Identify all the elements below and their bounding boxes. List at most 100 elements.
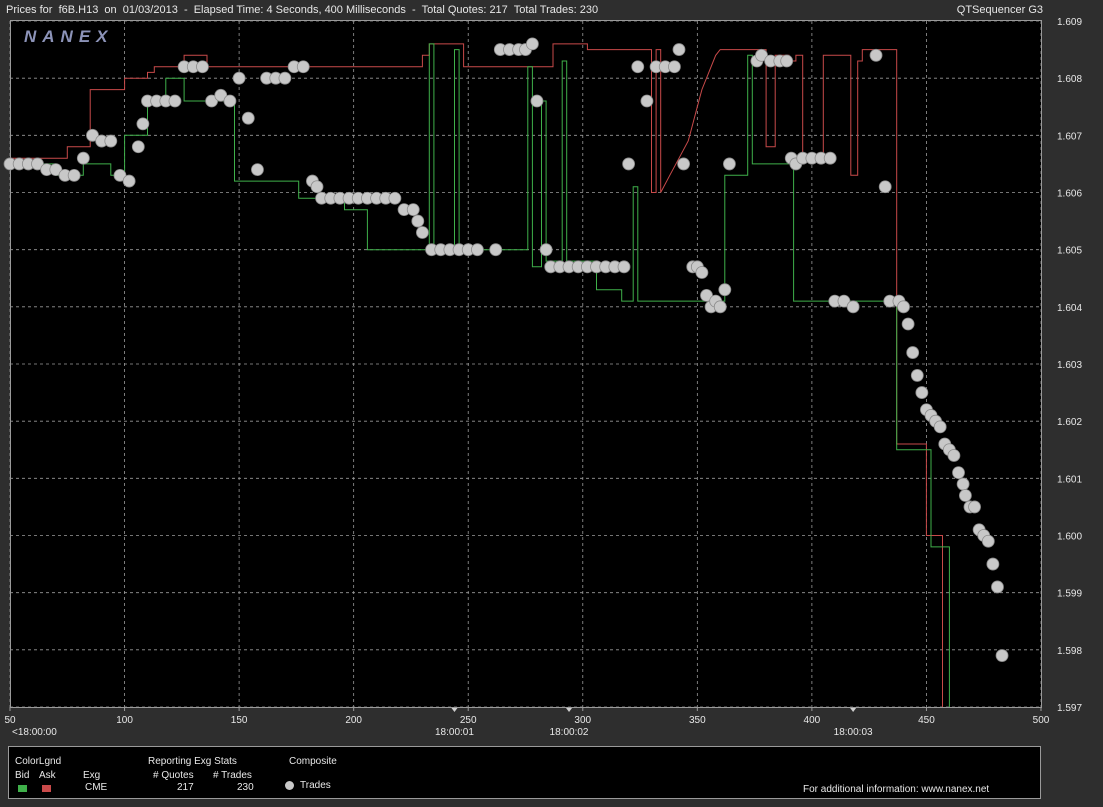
trade-point (470, 243, 484, 257)
trade-point (981, 534, 995, 548)
time-label: 18:00:01 (435, 727, 474, 738)
trade-point (901, 317, 915, 331)
trade-point (869, 48, 883, 62)
trade-point (823, 151, 837, 165)
price-chart: 50 100 150 200 250 300 350 400 450 500 1.597 1.598 1… (3, 17, 1082, 738)
trade-point (986, 557, 1000, 571)
trade-point (168, 94, 182, 108)
x-tick-label: 150 (231, 715, 248, 726)
trade-point (668, 60, 681, 74)
color-legend-title: ColorLgnd (15, 756, 62, 767)
trade-point (539, 243, 553, 257)
y-tick-label: 1.597 (1057, 703, 1082, 714)
y-tick-label: 1.606 (1057, 189, 1082, 200)
trade-point (622, 157, 635, 171)
trade-point (897, 300, 910, 314)
trade-point (640, 94, 654, 108)
trade-point (104, 134, 118, 148)
bid-line (10, 43, 950, 707)
trade-point (672, 43, 686, 56)
trade-point (718, 283, 732, 297)
x-tick-label: 500 (1033, 715, 1050, 726)
trade-point (780, 54, 794, 68)
trade-point (991, 580, 1004, 594)
trade-point (122, 174, 136, 188)
y-tick-label: 1.599 (1057, 589, 1082, 600)
y-tick-label: 1.608 (1057, 74, 1082, 85)
trade-point (995, 649, 1009, 662)
bid-color-swatch (18, 785, 27, 792)
x-tick-label: 450 (918, 715, 935, 726)
ask-color-swatch (42, 785, 51, 792)
exg-label: Exg (83, 770, 101, 781)
x-tick-label: 250 (460, 715, 477, 726)
trade-point (241, 111, 255, 125)
trade-point (67, 168, 81, 182)
time-marker (451, 708, 458, 712)
time-marker (566, 708, 573, 712)
trade-point (251, 163, 264, 177)
time-marker (850, 708, 857, 712)
info-text: For additional information: www.nanex.ne… (803, 784, 990, 795)
trade-point (388, 191, 402, 205)
y-tick-label: 1.601 (1057, 474, 1082, 485)
trade-point (530, 94, 544, 108)
time-label: 18:00:02 (550, 727, 589, 738)
trade-point (489, 243, 503, 257)
trade-point (958, 489, 972, 502)
trade-point (415, 226, 429, 239)
ask-label: Ask (39, 770, 56, 781)
trade-point (956, 477, 970, 491)
trade-point (196, 60, 209, 74)
composite-title: Composite (289, 756, 337, 767)
trade-point (76, 151, 90, 165)
nanex-watermark: NANEX (24, 27, 114, 46)
y-tick-label: 1.605 (1057, 246, 1082, 257)
footer-panel: ColorLgnd Bid Ask Exg CME Reporting Exg … (8, 746, 1041, 799)
trade-point (525, 37, 539, 51)
trade-point (713, 300, 727, 314)
trades-count-label: # Trades (213, 770, 252, 781)
y-tick-label: 1.598 (1057, 646, 1082, 657)
exg-value: CME (85, 782, 108, 793)
x-tick-label: 200 (345, 715, 362, 726)
trade-point (406, 203, 420, 217)
trade-point (846, 300, 860, 314)
trade-point (131, 140, 145, 154)
trade-point (878, 180, 892, 194)
trade-point (947, 449, 961, 462)
quotes-label: # Quotes (153, 770, 194, 781)
x-tick-label: 300 (574, 715, 591, 726)
trade-marker-icon (285, 781, 294, 790)
x-tick-label: 350 (689, 715, 706, 726)
trade-point (310, 180, 324, 194)
y-tick-label: 1.604 (1057, 303, 1082, 314)
trade-point (695, 266, 709, 279)
trade-point (278, 71, 292, 85)
y-tick-label: 1.602 (1057, 417, 1082, 428)
trade-point (968, 500, 981, 514)
trade-point (232, 71, 246, 85)
trade-point (723, 157, 736, 171)
trade-point (617, 260, 631, 274)
trade-point (910, 369, 924, 382)
trades-value: 230 (237, 782, 254, 793)
time-label: 18:00:03 (834, 727, 873, 738)
trade-point (906, 346, 920, 359)
x-tick-label: 100 (116, 715, 133, 726)
quotes-value: 217 (177, 782, 194, 793)
x-tick-label: 400 (804, 715, 821, 726)
trade-point (952, 466, 965, 480)
stats-title: Reporting Exg Stats (148, 756, 237, 767)
y-tick-label: 1.607 (1057, 131, 1082, 142)
trade-point (296, 60, 310, 74)
y-tick-label: 1.603 (1057, 360, 1082, 371)
y-tick-label: 1.609 (1057, 17, 1082, 28)
ask-line (10, 43, 943, 707)
y-tick-label: 1.600 (1057, 532, 1082, 543)
trade-point (411, 214, 425, 228)
trade-point (933, 420, 947, 434)
trades-legend-label: Trades (300, 780, 331, 791)
trade-point (223, 94, 237, 108)
x-tick-label: 50 (4, 715, 16, 726)
